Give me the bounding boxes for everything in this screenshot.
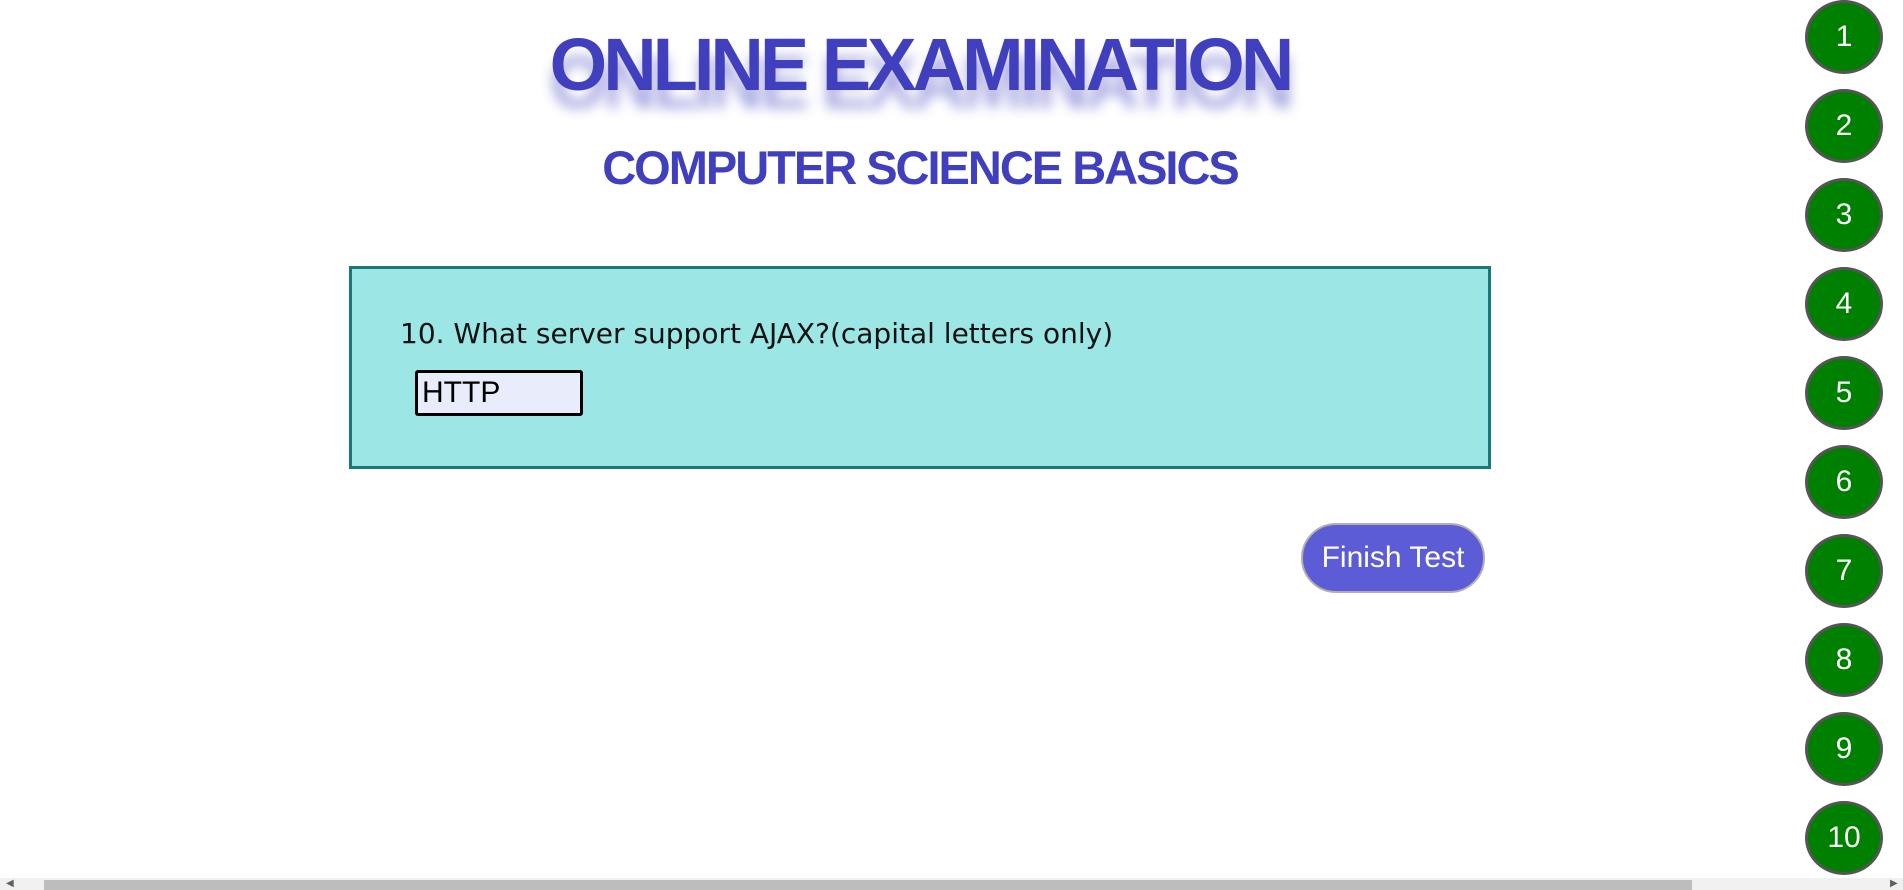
answer-input[interactable]	[415, 370, 583, 416]
question-nav-button-4[interactable]: 4	[1805, 267, 1883, 341]
horizontal-scrollbar[interactable]: ◀ ▶	[0, 878, 1903, 890]
question-nav-button-9[interactable]: 9	[1805, 712, 1883, 786]
page-title: ONLINE EXAMINATION	[549, 23, 1295, 106]
question-nav-button-6[interactable]: 6	[1805, 445, 1883, 519]
question-nav-button-3[interactable]: 3	[1805, 178, 1883, 252]
scroll-left-icon[interactable]: ◀	[6, 879, 14, 889]
question-nav-button-8[interactable]: 8	[1805, 623, 1883, 697]
exam-page: ONLINE EXAMINATION COMPUTER SCIENCE BASI…	[0, 0, 1903, 890]
finish-test-button[interactable]: Finish Test	[1301, 523, 1485, 593]
question-panel: 10. What server support AJAX?(capital le…	[349, 266, 1491, 469]
question-nav-button-2[interactable]: 2	[1805, 89, 1883, 163]
question-nav: 1 2 3 4 5 6 7 8 9 10	[1805, 0, 1883, 878]
question-nav-button-1[interactable]: 1	[1805, 0, 1883, 74]
question-nav-button-7[interactable]: 7	[1805, 534, 1883, 608]
scroll-right-icon[interactable]: ▶	[1890, 879, 1898, 889]
question-nav-button-10[interactable]: 10	[1805, 801, 1883, 875]
question-text: 10. What server support AJAX?(capital le…	[400, 317, 1114, 350]
question-nav-button-5[interactable]: 5	[1805, 356, 1883, 430]
scrollbar-thumb[interactable]	[44, 880, 1692, 890]
page-subtitle: COMPUTER SCIENCE BASICS	[602, 141, 1240, 194]
